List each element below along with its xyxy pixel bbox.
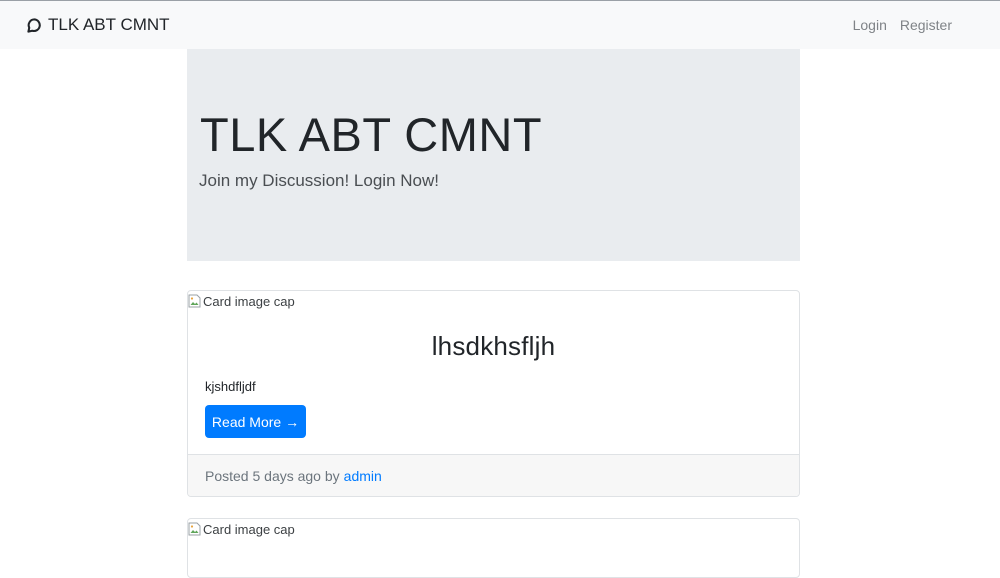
brand-label: TLK ABT CMNT (48, 15, 170, 34)
post-card: Card image cap lhsdkhsfljh kjshdfljdf Re… (187, 290, 800, 497)
read-more-button[interactable]: Read More → (205, 405, 306, 438)
card-image: Card image cap (188, 519, 799, 539)
card-image-alt: Card image cap (203, 521, 295, 537)
jumbotron-subtitle: Join my Discussion! Login Now! (199, 171, 439, 190)
card-image: Card image cap (188, 291, 799, 311)
broken-image-icon (188, 294, 201, 308)
post-excerpt: kjshdfljdf (205, 379, 256, 394)
post-title: lhsdkhsfljh (431, 331, 556, 361)
register-link[interactable]: Register (900, 17, 952, 33)
chat-bubble-icon (27, 17, 42, 33)
broken-image-icon (188, 522, 201, 536)
author-link[interactable]: admin (344, 468, 382, 484)
card-image-alt: Card image cap (203, 293, 295, 309)
navbar-brand[interactable]: TLK ABT CMNT (27, 1, 170, 49)
jumbotron: TLK ABT CMNT Join my Discussion! Login N… (187, 49, 800, 261)
post-meta: Posted 5 days ago by (205, 467, 340, 484)
jumbotron-title: TLK ABT CMNT (200, 108, 543, 161)
login-link[interactable]: Login (853, 17, 887, 33)
post-card: Card image cap (187, 518, 800, 578)
post-footer: Posted 5 days ago by admin (188, 454, 799, 496)
nav-links: Login Register (853, 1, 952, 49)
navbar: TLK ABT CMNT Login Register (0, 1, 1000, 49)
